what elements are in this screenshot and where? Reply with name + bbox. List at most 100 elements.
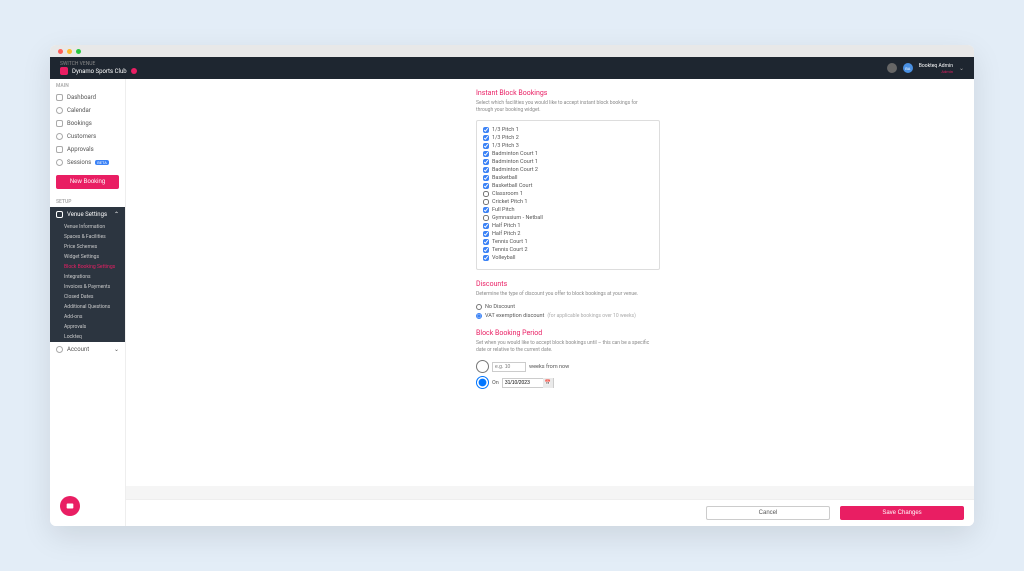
sidebar-item-calendar[interactable]: Calendar xyxy=(50,104,125,117)
sidebar-item-sessions[interactable]: Sessions BETA xyxy=(50,156,125,169)
window-minimize-icon[interactable] xyxy=(67,49,72,54)
customers-icon xyxy=(56,133,63,140)
facility-row: Volleyball xyxy=(483,255,653,261)
user-role: Admin xyxy=(919,69,953,74)
settings-sub-item[interactable]: Block Booking Settings xyxy=(50,262,125,272)
save-button[interactable]: Save Changes xyxy=(840,506,964,520)
facility-label: Basketball xyxy=(492,175,517,181)
user-avatar[interactable]: BA xyxy=(903,63,913,73)
discount-label: No Discount xyxy=(485,304,515,310)
facility-checkbox[interactable] xyxy=(483,127,489,133)
window-maximize-icon[interactable] xyxy=(76,49,81,54)
facility-checkbox[interactable] xyxy=(483,175,489,181)
facility-checkbox[interactable] xyxy=(483,151,489,157)
facility-checkbox[interactable] xyxy=(483,239,489,245)
discount-radio[interactable] xyxy=(476,313,482,319)
facility-checkbox[interactable] xyxy=(483,167,489,173)
facility-checkbox[interactable] xyxy=(483,215,489,221)
period-desc: Set when you would like to accept block … xyxy=(476,340,656,354)
facility-row: Cricket Pitch 1 xyxy=(483,199,653,205)
facility-label: Badminton Court 2 xyxy=(492,167,538,173)
weeks-input[interactable] xyxy=(492,362,526,372)
chevron-down-icon: ⌄ xyxy=(114,346,119,353)
building-icon xyxy=(56,211,63,218)
facility-row: Half Pitch 1 xyxy=(483,223,653,229)
facility-checkbox[interactable] xyxy=(483,143,489,149)
facility-label: 1/3 Pitch 2 xyxy=(492,135,519,141)
beta-badge: BETA xyxy=(95,160,109,165)
sidebar-item-approvals[interactable]: Approvals xyxy=(50,143,125,156)
facility-checkbox[interactable] xyxy=(483,199,489,205)
facility-row: Basketball xyxy=(483,175,653,181)
facility-label: Tennis Court 2 xyxy=(492,247,528,253)
settings-sub-item[interactable]: Lockteq xyxy=(50,332,125,342)
facility-checkbox[interactable] xyxy=(483,159,489,165)
facility-checkbox[interactable] xyxy=(483,207,489,213)
content-area: Instant Block Bookings Select which faci… xyxy=(126,79,974,526)
facility-checkbox[interactable] xyxy=(483,247,489,253)
settings-sub-item[interactable]: Approvals xyxy=(50,322,125,332)
facility-label: Classroom 1 xyxy=(492,191,523,197)
calendar-icon xyxy=(56,107,63,114)
discount-label: VAT exemption discount xyxy=(485,313,544,319)
sidebar-item-label: Calendar xyxy=(67,107,91,114)
account-toggle[interactable]: Account ⌄ xyxy=(50,342,125,357)
facility-label: Badminton Court 1 xyxy=(492,151,538,157)
venue-logo-icon xyxy=(60,67,68,75)
facility-row: 1/3 Pitch 3 xyxy=(483,143,653,149)
discount-radio[interactable] xyxy=(476,304,482,310)
sessions-icon xyxy=(56,159,63,166)
cancel-button[interactable]: Cancel xyxy=(706,506,830,520)
sidebar-item-dashboard[interactable]: Dashboard xyxy=(50,91,125,104)
sidebar-item-bookings[interactable]: Bookings xyxy=(50,117,125,130)
settings-sub-item[interactable]: Invoices & Payments xyxy=(50,282,125,292)
facility-row: Badminton Court 2 xyxy=(483,167,653,173)
facility-row: Badminton Court 1 xyxy=(483,151,653,157)
venue-badge-icon xyxy=(131,68,137,74)
facility-checkbox[interactable] xyxy=(483,135,489,141)
facility-row: Gymnasium - Netball xyxy=(483,215,653,221)
settings-sub-item[interactable]: Widget Settings xyxy=(50,252,125,262)
facility-checkbox[interactable] xyxy=(483,191,489,197)
facility-label: 1/3 Pitch 1 xyxy=(492,127,519,133)
date-picker[interactable]: 📅 xyxy=(502,378,554,388)
facility-checkbox[interactable] xyxy=(483,231,489,237)
settings-sub-item[interactable]: Venue Information xyxy=(50,222,125,232)
sidebar-item-label: Dashboard xyxy=(67,94,96,101)
settings-sub-item[interactable]: Additional Questions xyxy=(50,302,125,312)
bookings-icon xyxy=(56,120,63,127)
settings-sub-item[interactable]: Price Schemes xyxy=(50,242,125,252)
venue-selector[interactable]: Dynamo Sports Club xyxy=(60,67,137,75)
facility-row: Classroom 1 xyxy=(483,191,653,197)
discount-option: No Discount xyxy=(476,304,974,310)
facility-label: Tennis Court 1 xyxy=(492,239,528,245)
settings-sub-item[interactable]: Closed Dates xyxy=(50,292,125,302)
discounts-desc: Determine the type of discount you offer… xyxy=(476,291,656,298)
discounts-title: Discounts xyxy=(476,280,974,288)
settings-sub-item[interactable]: Integrations xyxy=(50,272,125,282)
facility-row: Basketball Court xyxy=(483,183,653,189)
sidebar-item-customers[interactable]: Customers xyxy=(50,130,125,143)
period-on-radio[interactable] xyxy=(476,376,489,389)
chat-icon[interactable] xyxy=(60,496,80,516)
calendar-icon[interactable]: 📅 xyxy=(543,378,553,388)
settings-sub-item[interactable]: Spaces & Facilities xyxy=(50,232,125,242)
facility-checkbox[interactable] xyxy=(483,183,489,189)
period-relative-radio[interactable] xyxy=(476,360,489,373)
window-close-icon[interactable] xyxy=(58,49,63,54)
chevron-down-icon[interactable]: ⌄ xyxy=(959,65,964,72)
sidebar-item-label: Sessions xyxy=(67,159,91,166)
instant-title: Instant Block Bookings xyxy=(476,89,974,97)
venue-settings-toggle[interactable]: Venue Settings ⌃ xyxy=(50,207,125,222)
new-booking-button[interactable]: New Booking xyxy=(56,175,119,189)
approvals-icon xyxy=(56,146,63,153)
account-label: Account xyxy=(67,346,89,353)
date-input[interactable] xyxy=(503,379,543,387)
facility-checkbox[interactable] xyxy=(483,255,489,261)
user-avatar-placeholder xyxy=(887,63,897,73)
settings-sub-item[interactable]: Add-ons xyxy=(50,312,125,322)
period-on-label: On xyxy=(492,380,499,386)
facility-checkbox[interactable] xyxy=(483,223,489,229)
topbar: SWITCH VENUE Dynamo Sports Club BA Bookt… xyxy=(50,57,974,79)
facility-label: 1/3 Pitch 3 xyxy=(492,143,519,149)
